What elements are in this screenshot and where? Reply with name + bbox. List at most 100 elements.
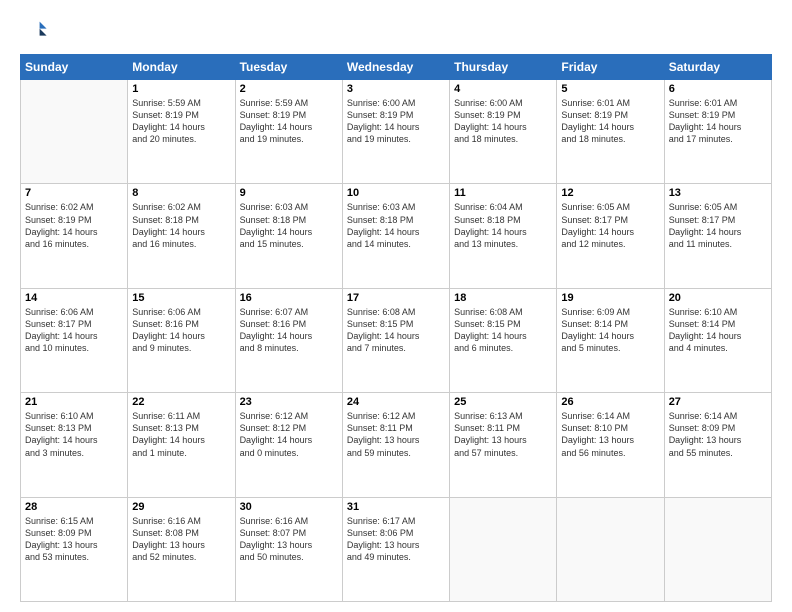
day-info: Sunrise: 5:59 AM Sunset: 8:19 PM Dayligh… xyxy=(240,97,338,146)
day-number: 10 xyxy=(347,187,445,199)
day-number: 28 xyxy=(25,501,123,513)
calendar-cell: 21 Sunrise: 6:10 AM Sunset: 8:13 PM Dayli… xyxy=(21,393,128,497)
day-number: 8 xyxy=(132,187,230,199)
day-info: Sunrise: 6:01 AM Sunset: 8:19 PM Dayligh… xyxy=(669,97,767,146)
calendar-cell: 1Sunrise: 5:59 AM Sunset: 8:19 PM Daylig… xyxy=(128,80,235,184)
day-info: Sunrise: 6:16 AM Sunset: 8:07 PM Dayligh… xyxy=(240,515,338,564)
calendar-container: SundayMondayTuesdayWednesdayThursdayFrid… xyxy=(0,0,792,612)
day-info: Sunrise: 6:00 AM Sunset: 8:19 PM Dayligh… xyxy=(347,97,445,146)
day-number: 24 xyxy=(347,396,445,408)
day-header-wednesday: Wednesday xyxy=(342,55,449,80)
day-number: 21 xyxy=(25,396,123,408)
day-number: 16 xyxy=(240,292,338,304)
day-info: Sunrise: 6:03 AM Sunset: 8:18 PM Dayligh… xyxy=(347,201,445,250)
day-number: 20 xyxy=(669,292,767,304)
calendar-cell: 17 Sunrise: 6:08 AM Sunset: 8:15 PM Dayli… xyxy=(342,288,449,392)
calendar-cell: 9Sunrise: 6:03 AM Sunset: 8:18 PM Daylig… xyxy=(235,184,342,288)
calendar-cell: 2Sunrise: 5:59 AM Sunset: 8:19 PM Daylig… xyxy=(235,80,342,184)
logo xyxy=(20,16,52,44)
day-info: Sunrise: 6:14 AM Sunset: 8:09 PM Dayligh… xyxy=(669,410,767,459)
day-number: 7 xyxy=(25,187,123,199)
calendar-cell: 13 Sunrise: 6:05 AM Sunset: 8:17 PM Dayli… xyxy=(664,184,771,288)
day-info: Sunrise: 6:10 AM Sunset: 8:13 PM Dayligh… xyxy=(25,410,123,459)
week-row-1: 1Sunrise: 5:59 AM Sunset: 8:19 PM Daylig… xyxy=(21,80,772,184)
calendar-cell: 26Sunrise: 6:14 AM Sunset: 8:10 PM Dayli… xyxy=(557,393,664,497)
day-number: 30 xyxy=(240,501,338,513)
day-info: Sunrise: 6:04 AM Sunset: 8:18 PM Dayligh… xyxy=(454,201,552,250)
day-info: Sunrise: 6:10 AM Sunset: 8:14 PM Dayligh… xyxy=(669,306,767,355)
day-header-tuesday: Tuesday xyxy=(235,55,342,80)
calendar-cell: 24 Sunrise: 6:12 AM Sunset: 8:11 PM Dayli… xyxy=(342,393,449,497)
day-headers-row: SundayMondayTuesdayWednesdayThursdayFrid… xyxy=(21,55,772,80)
day-number: 12 xyxy=(561,187,659,199)
day-info: Sunrise: 6:06 AM Sunset: 8:16 PM Dayligh… xyxy=(132,306,230,355)
calendar-cell: 15 Sunrise: 6:06 AM Sunset: 8:16 PM Dayli… xyxy=(128,288,235,392)
calendar-body: 1Sunrise: 5:59 AM Sunset: 8:19 PM Daylig… xyxy=(21,80,772,602)
day-info: Sunrise: 6:08 AM Sunset: 8:15 PM Dayligh… xyxy=(347,306,445,355)
day-info: Sunrise: 6:05 AM Sunset: 8:17 PM Dayligh… xyxy=(561,201,659,250)
day-number: 18 xyxy=(454,292,552,304)
day-info: Sunrise: 6:16 AM Sunset: 8:08 PM Dayligh… xyxy=(132,515,230,564)
week-row-4: 21 Sunrise: 6:10 AM Sunset: 8:13 PM Dayli… xyxy=(21,393,772,497)
week-row-5: 28 Sunrise: 6:15 AM Sunset: 8:09 PM Dayli… xyxy=(21,497,772,601)
day-number: 19 xyxy=(561,292,659,304)
day-number: 29 xyxy=(132,501,230,513)
day-info: Sunrise: 6:12 AM Sunset: 8:11 PM Dayligh… xyxy=(347,410,445,459)
calendar-cell: 12 Sunrise: 6:05 AM Sunset: 8:17 PM Dayli… xyxy=(557,184,664,288)
calendar-cell: 5 Sunrise: 6:01 AM Sunset: 8:19 PM Daylig… xyxy=(557,80,664,184)
day-number: 31 xyxy=(347,501,445,513)
day-number: 11 xyxy=(454,187,552,199)
day-number: 22 xyxy=(132,396,230,408)
calendar-header: SundayMondayTuesdayWednesdayThursdayFrid… xyxy=(21,55,772,80)
day-info: Sunrise: 6:03 AM Sunset: 8:18 PM Dayligh… xyxy=(240,201,338,250)
day-number: 6 xyxy=(669,83,767,95)
day-info: Sunrise: 6:15 AM Sunset: 8:09 PM Dayligh… xyxy=(25,515,123,564)
day-info: Sunrise: 6:07 AM Sunset: 8:16 PM Dayligh… xyxy=(240,306,338,355)
day-number: 13 xyxy=(669,187,767,199)
day-header-thursday: Thursday xyxy=(450,55,557,80)
day-info: Sunrise: 6:12 AM Sunset: 8:12 PM Dayligh… xyxy=(240,410,338,459)
day-header-sunday: Sunday xyxy=(21,55,128,80)
calendar-cell: 22 Sunrise: 6:11 AM Sunset: 8:13 PM Dayli… xyxy=(128,393,235,497)
calendar-cell: 25 Sunrise: 6:13 AM Sunset: 8:11 PM Dayli… xyxy=(450,393,557,497)
calendar-cell: 19Sunrise: 6:09 AM Sunset: 8:14 PM Dayli… xyxy=(557,288,664,392)
calendar-cell: 7Sunrise: 6:02 AM Sunset: 8:19 PM Daylig… xyxy=(21,184,128,288)
calendar-cell xyxy=(664,497,771,601)
calendar-cell: 11 Sunrise: 6:04 AM Sunset: 8:18 PM Dayli… xyxy=(450,184,557,288)
calendar-cell: 6 Sunrise: 6:01 AM Sunset: 8:19 PM Daylig… xyxy=(664,80,771,184)
day-number: 15 xyxy=(132,292,230,304)
day-number: 14 xyxy=(25,292,123,304)
calendar-cell: 23 Sunrise: 6:12 AM Sunset: 8:12 PM Dayli… xyxy=(235,393,342,497)
calendar-cell: 30 Sunrise: 6:16 AM Sunset: 8:07 PM Dayli… xyxy=(235,497,342,601)
day-header-saturday: Saturday xyxy=(664,55,771,80)
day-info: Sunrise: 5:59 AM Sunset: 8:19 PM Dayligh… xyxy=(132,97,230,146)
day-number: 4 xyxy=(454,83,552,95)
day-info: Sunrise: 6:00 AM Sunset: 8:19 PM Dayligh… xyxy=(454,97,552,146)
day-number: 27 xyxy=(669,396,767,408)
day-number: 23 xyxy=(240,396,338,408)
day-info: Sunrise: 6:01 AM Sunset: 8:19 PM Dayligh… xyxy=(561,97,659,146)
calendar-cell: 8 Sunrise: 6:02 AM Sunset: 8:18 PM Daylig… xyxy=(128,184,235,288)
calendar-cell: 28 Sunrise: 6:15 AM Sunset: 8:09 PM Dayli… xyxy=(21,497,128,601)
calendar-cell: 10 Sunrise: 6:03 AM Sunset: 8:18 PM Dayli… xyxy=(342,184,449,288)
calendar-cell xyxy=(557,497,664,601)
day-header-monday: Monday xyxy=(128,55,235,80)
day-info: Sunrise: 6:06 AM Sunset: 8:17 PM Dayligh… xyxy=(25,306,123,355)
week-row-2: 7Sunrise: 6:02 AM Sunset: 8:19 PM Daylig… xyxy=(21,184,772,288)
day-number: 3 xyxy=(347,83,445,95)
day-info: Sunrise: 6:14 AM Sunset: 8:10 PM Dayligh… xyxy=(561,410,659,459)
day-info: Sunrise: 6:05 AM Sunset: 8:17 PM Dayligh… xyxy=(669,201,767,250)
day-header-friday: Friday xyxy=(557,55,664,80)
day-number: 5 xyxy=(561,83,659,95)
calendar-cell: 29 Sunrise: 6:16 AM Sunset: 8:08 PM Dayli… xyxy=(128,497,235,601)
calendar-cell: 3 Sunrise: 6:00 AM Sunset: 8:19 PM Daylig… xyxy=(342,80,449,184)
day-number: 17 xyxy=(347,292,445,304)
day-info: Sunrise: 6:13 AM Sunset: 8:11 PM Dayligh… xyxy=(454,410,552,459)
calendar-cell xyxy=(450,497,557,601)
calendar-cell: 20 Sunrise: 6:10 AM Sunset: 8:14 PM Dayli… xyxy=(664,288,771,392)
day-info: Sunrise: 6:02 AM Sunset: 8:18 PM Dayligh… xyxy=(132,201,230,250)
calendar-cell: 4 Sunrise: 6:00 AM Sunset: 8:19 PM Daylig… xyxy=(450,80,557,184)
calendar-table: SundayMondayTuesdayWednesdayThursdayFrid… xyxy=(20,54,772,602)
day-info: Sunrise: 6:11 AM Sunset: 8:13 PM Dayligh… xyxy=(132,410,230,459)
day-number: 25 xyxy=(454,396,552,408)
